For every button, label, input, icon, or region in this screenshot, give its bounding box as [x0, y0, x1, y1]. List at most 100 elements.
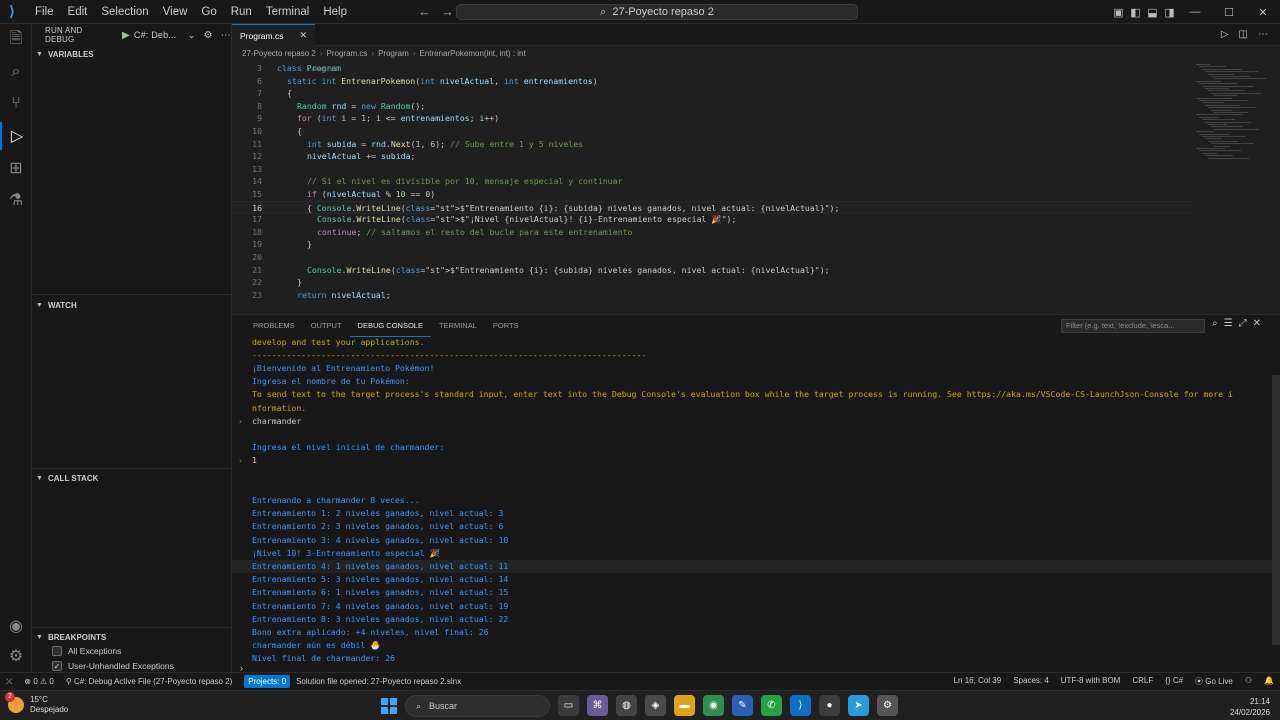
menu-run[interactable]: Run — [224, 0, 259, 24]
tab-terminal[interactable]: TERMINAL — [431, 315, 485, 337]
toggle-sidebar-icon[interactable]: ◧ — [1127, 6, 1144, 19]
menu-help[interactable]: Help — [316, 0, 354, 24]
minimap[interactable] — [1194, 62, 1272, 182]
more-actions-icon[interactable]: ⋯ — [221, 30, 231, 41]
menu-go[interactable]: Go — [194, 0, 223, 24]
menu-edit[interactable]: Edit — [61, 0, 95, 24]
debug-config-select[interactable]: C#: Deb... ⌄ — [134, 30, 196, 41]
indentation[interactable]: Spaces: 4 — [1007, 676, 1055, 687]
start-debug-play-icon[interactable]: ▶ — [122, 30, 130, 41]
tab-program-cs[interactable]: Program.cs ✕ — [232, 24, 316, 46]
solution-status[interactable]: Solution file opened: 27-Poyecto repaso … — [290, 677, 467, 686]
split-editor-icon[interactable]: ◫ — [1239, 29, 1248, 40]
debug-console-output[interactable]: develop and test your applications. -----… — [232, 337, 1272, 673]
line-endings[interactable]: CRLF — [1126, 676, 1159, 687]
tab-output[interactable]: OUTPUT — [303, 315, 350, 337]
breadcrumb-folder[interactable]: 27-Poyecto repaso 2 — [242, 49, 316, 58]
go-live[interactable]: ⦿ Go Live — [1189, 676, 1239, 687]
call-stack-section[interactable]: ▼ CALL STACK — [32, 468, 232, 488]
projects-badge[interactable]: Projects: 0 — [244, 675, 291, 688]
code-line[interactable]: 20 — [232, 251, 1192, 264]
notepad-icon[interactable]: ✎ — [732, 695, 753, 716]
tab-ports[interactable]: PORTS — [485, 315, 527, 337]
close-icon[interactable]: ✕ — [299, 30, 307, 41]
remote-icon[interactable]: ⤫ — [0, 677, 18, 687]
code-line[interactable]: 18 continue; // saltamos el resto del buc… — [232, 226, 1192, 239]
source-control-icon[interactable]: ⑂ — [0, 90, 32, 118]
menu-view[interactable]: View — [156, 0, 195, 24]
console-scrollbar[interactable] — [1272, 375, 1280, 645]
checkbox-checked[interactable]: ✓ — [52, 661, 62, 671]
gear-icon[interactable]: ⚙ — [204, 30, 213, 41]
extensions-icon[interactable]: ⊞ — [0, 154, 32, 182]
breakpoint-user-unhandled[interactable]: ✓ User-Unhandled Exceptions — [52, 659, 174, 673]
menu-selection[interactable]: Selection — [94, 0, 155, 24]
run-debug-icon[interactable]: ▷ — [0, 122, 32, 150]
close-window-icon[interactable]: ✕ — [1246, 6, 1280, 19]
search-icon[interactable]: ⌕ — [1212, 318, 1218, 329]
menu-terminal[interactable]: Terminal — [259, 0, 316, 24]
clear-console-icon[interactable]: ☰ — [1224, 318, 1233, 329]
code-line[interactable]: 10 { — [232, 125, 1192, 138]
minimize-icon[interactable]: — — [1178, 6, 1212, 18]
maximize-panel-icon[interactable]: ⤢ — [1239, 318, 1247, 329]
weather-widget[interactable]: 2 15°C Despejado — [5, 692, 68, 715]
encoding[interactable]: UTF-8 with BOM — [1055, 676, 1127, 687]
task-view-icon[interactable]: ▭ — [558, 695, 579, 716]
code-line[interactable]: 23 return nivelActual; — [232, 289, 1192, 302]
system-clock[interactable]: 21:14 24/02/2026 — [1230, 696, 1270, 718]
record-icon[interactable]: ● — [819, 695, 840, 716]
tab-problems[interactable]: PROBLEMS — [245, 315, 303, 337]
settings-icon[interactable]: ⚙ — [877, 695, 898, 716]
testing-icon[interactable]: ⚗ — [0, 186, 32, 214]
manage-gear-icon[interactable]: ⚙ — [0, 642, 32, 670]
maximize-icon[interactable]: ☐ — [1212, 6, 1246, 19]
command-center-search[interactable]: ⌕ 27-Poyecto repaso 2 — [456, 4, 858, 20]
back-arrow-icon[interactable]: ← — [418, 0, 431, 24]
code-line[interactable]: 8 Random rnd = new Random(); — [232, 100, 1192, 113]
debug-status[interactable]: ⚲ C#: Debug Active File (27-Poyecto repa… — [60, 677, 238, 686]
code-line[interactable]: 16{ Console.WriteLine(class="st">$"Entre… — [232, 200, 1192, 214]
code-line[interactable]: 17 Console.WriteLine(class="st">$"¡Nivel … — [232, 213, 1192, 226]
notifications-bell-icon[interactable]: 🔔 — [1258, 676, 1280, 687]
checkbox[interactable] — [52, 646, 62, 656]
toggle-secondary-sidebar-icon[interactable]: ◨ — [1161, 6, 1178, 19]
code-line[interactable]: 21 Console.WriteLine(class="st">$"Entrena… — [232, 264, 1192, 277]
code-line[interactable]: 13 — [232, 163, 1192, 176]
whatsapp-icon[interactable]: ✆ — [761, 695, 782, 716]
visual-studio-icon[interactable]: ⌘ — [587, 695, 608, 716]
breakpoint-all-exceptions[interactable]: All Exceptions — [52, 644, 121, 658]
code-line[interactable]: 22} — [232, 276, 1192, 289]
code-editor[interactable]: 3 class Program 6 static int EntrenarPokemo… — [232, 62, 1192, 312]
breadcrumb-class[interactable]: Program — [378, 49, 409, 58]
code-line[interactable]: 11 int subida = rnd.Next(1, 6); // Sube e… — [232, 138, 1192, 151]
console-filter-input[interactable]: Filter (e.g. text, !exclude, \esca... — [1061, 319, 1205, 333]
toggle-panel-icon[interactable]: ⬓ — [1144, 6, 1161, 19]
chrome-dev-icon[interactable]: ◍ — [616, 695, 637, 716]
file-explorer-icon[interactable]: ▬ — [674, 695, 695, 716]
code-line[interactable]: 7{ — [232, 87, 1192, 100]
problems-status[interactable]: ⊗ 0 ⚠ 0 — [18, 677, 59, 686]
breadcrumb-file[interactable]: Program.cs — [327, 49, 368, 58]
close-panel-icon[interactable]: ✕ — [1253, 318, 1261, 329]
forward-arrow-icon[interactable]: → — [441, 0, 454, 24]
code-line[interactable]: 12 nivelActual += subida; — [232, 150, 1192, 163]
code-line[interactable]: 14 // Si el nivel es divisible por 10, me… — [232, 175, 1192, 188]
run-file-icon[interactable]: ▷ — [1221, 29, 1229, 40]
menu-file[interactable]: File — [28, 0, 61, 24]
language-mode[interactable]: {} C# — [1159, 676, 1189, 687]
chrome-icon[interactable]: ◉ — [703, 695, 724, 716]
code-line[interactable]: 3 class Program — [232, 62, 1192, 75]
account-icon[interactable]: ◉ — [0, 612, 32, 640]
explorer-icon[interactable]: 🗎 — [0, 26, 32, 54]
code-line[interactable]: 9 for (int i = 1; i <= entrenamientos; i+… — [232, 112, 1192, 125]
search-activity-icon[interactable]: ⌕ — [0, 58, 32, 86]
code-line[interactable]: 15 if (nivelActual % 10 == 0) — [232, 188, 1192, 201]
code-line[interactable]: 6 static int EntrenarPokemon(int nivelAct… — [232, 75, 1192, 88]
watch-section[interactable]: ▼ WATCH — [32, 295, 232, 315]
cursor-position[interactable]: Ln 16, Col 39 — [948, 676, 1008, 687]
vscode-taskbar-icon[interactable]: ⟩ — [790, 695, 811, 716]
telegram-icon[interactable]: ➤ — [848, 695, 869, 716]
layout-toggle-icon[interactable]: ▣ — [1110, 6, 1127, 19]
app-cube-icon[interactable]: ◈ — [645, 695, 666, 716]
